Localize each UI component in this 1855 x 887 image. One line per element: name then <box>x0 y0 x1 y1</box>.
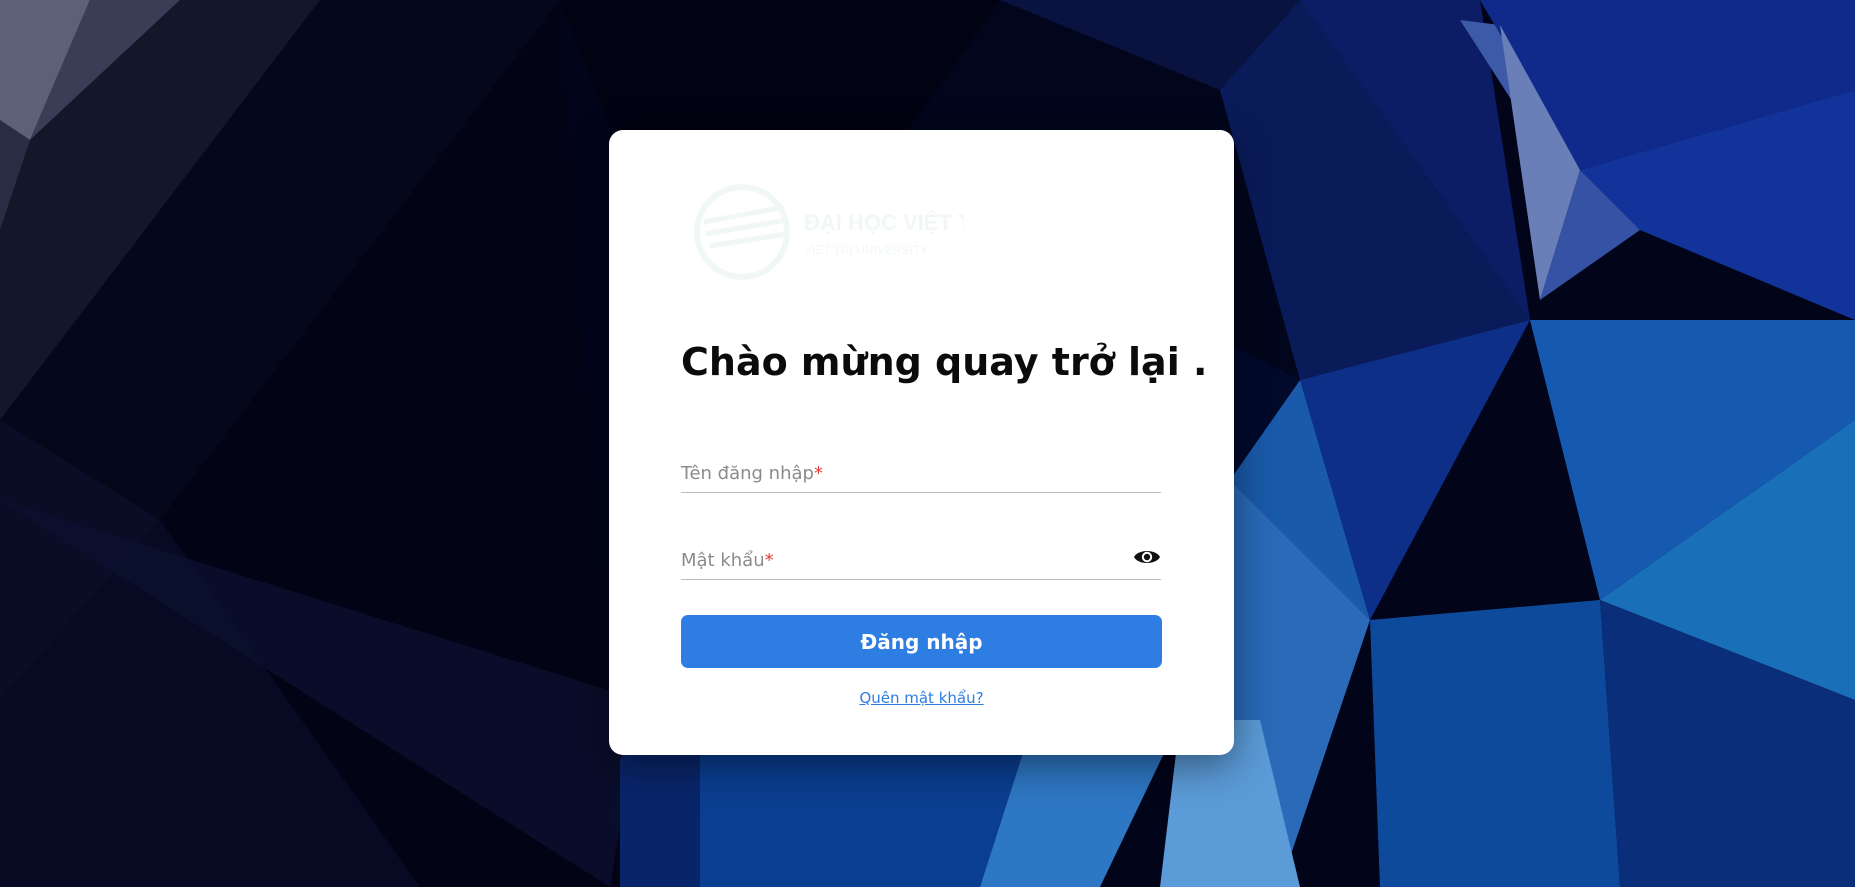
password-label: Mật khẩu* <box>681 550 774 571</box>
username-label-text: Tên đăng nhập <box>681 463 814 484</box>
username-label: Tên đăng nhập* <box>681 463 823 484</box>
required-marker: * <box>764 550 774 571</box>
welcome-heading: Chào mừng quay trở lại . <box>681 340 1208 384</box>
forgot-password-link[interactable]: Quên mật khẩu? <box>609 689 1234 707</box>
login-card: ĐẠI HỌC VIỆT TRÌ VIET TRI UNIVERSITY Chà… <box>609 130 1234 755</box>
username-field[interactable]: Tên đăng nhập* <box>681 448 1161 493</box>
logo-text-line1: ĐẠI HỌC VIỆT TRÌ <box>804 210 964 235</box>
password-field[interactable]: Mật khẩu* <box>681 535 1161 580</box>
login-button[interactable]: Đăng nhập <box>681 615 1162 668</box>
university-logo: ĐẠI HỌC VIỆT TRÌ VIET TRI UNIVERSITY <box>694 182 993 282</box>
required-marker: * <box>813 463 823 484</box>
eye-icon[interactable] <box>1133 547 1161 567</box>
logo-text-line2: VIET TRI UNIVERSITY <box>804 243 928 257</box>
password-label-text: Mật khẩu <box>681 550 765 571</box>
